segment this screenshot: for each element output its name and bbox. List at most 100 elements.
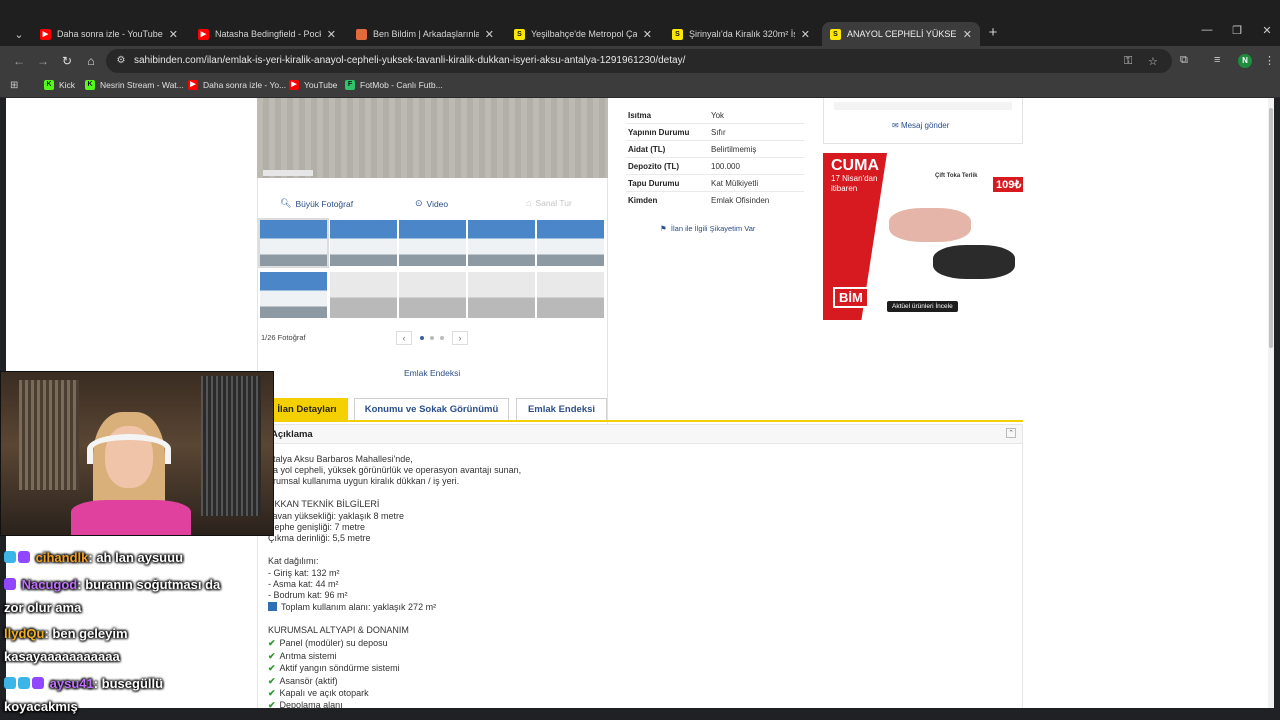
url-text[interactable]: sahibinden.com/ilan/emlak-is-yeri-kirali… xyxy=(134,55,685,66)
media-icon[interactable]: ≡ xyxy=(1214,54,1220,66)
thumbnail[interactable] xyxy=(468,220,535,266)
restore-icon[interactable]: ❐ xyxy=(1228,24,1246,37)
streamer xyxy=(71,412,191,535)
browser-toolbar: ← → ↻ ⌂ ⚙ sahibinden.com/ilan/emlak-is-y… xyxy=(0,46,1280,76)
bookmark-fotmob[interactable]: F FotMob - Canlı Futb... xyxy=(345,80,443,90)
youtube-icon: ▶ xyxy=(188,80,198,90)
tab-listing-details[interactable]: İlan Detayları xyxy=(266,398,348,420)
tab-emlak-index[interactable]: Emlak Endeksi xyxy=(516,398,607,420)
bim-advertisement[interactable]: CUMA 17 Nisan'dan itibaren Çift Toka Ter… xyxy=(823,153,1023,320)
thumbnail[interactable] xyxy=(260,272,327,318)
close-icon[interactable]: ✕ xyxy=(963,28,972,41)
tab-title: Yeşilbahçe'de Metropol Çarşı xyxy=(531,29,637,39)
next-page-button[interactable]: › xyxy=(452,331,468,345)
thumbnail[interactable] xyxy=(330,220,397,266)
chat-message: kasayaaaaaaaaaaa xyxy=(4,649,120,664)
back-icon[interactable]: ← xyxy=(10,52,28,70)
info-value: Yok xyxy=(711,111,725,120)
tab-4[interactable]: S Yeşilbahçe'de Metropol Çarşı ✕ xyxy=(506,22,660,46)
tab-6-active[interactable]: S ANAYOL CEPHELİ YÜKSEK TAVA ✕ xyxy=(822,22,980,46)
complaint-link[interactable]: ⚑ İlan ile İlgili Şikayetim Var xyxy=(660,224,755,233)
page-scrollbar[interactable] xyxy=(1268,98,1274,708)
thumbnail[interactable] xyxy=(399,272,466,318)
description-line: - Bodrum kat: 96 m² xyxy=(268,590,348,600)
kick-icon: K xyxy=(44,80,54,90)
bookmark-star-icon[interactable]: ☆ xyxy=(1148,55,1158,68)
address-bar[interactable]: ⚙ sahibinden.com/ilan/emlak-is-yeri-kira… xyxy=(106,49,1172,73)
tab-3[interactable]: Ben Bildim | Arkadaşlarınla Onl ✕ xyxy=(348,22,502,46)
info-row-deposit: Depozito (TL) 100.000 xyxy=(626,158,804,175)
sub-badge-icon xyxy=(4,677,16,689)
close-icon[interactable]: ✕ xyxy=(327,28,336,41)
home-icon[interactable]: ⌂ xyxy=(82,52,100,70)
video-link[interactable]: ⊙ Video xyxy=(415,198,448,209)
emlak-index-link[interactable]: Emlak Endeksi xyxy=(404,368,460,378)
chat-text: : busegüllü xyxy=(93,676,164,691)
close-icon[interactable]: ✕ xyxy=(801,28,810,41)
blue-square-icon xyxy=(268,602,277,611)
close-icon[interactable]: ✕ xyxy=(485,28,494,41)
thumbnail[interactable] xyxy=(537,220,604,266)
tab-search-icon[interactable]: ⌄ xyxy=(8,24,30,46)
scrollbar-thumb[interactable] xyxy=(1269,108,1273,348)
send-message-link[interactable]: ✉ Mesaj gönder xyxy=(892,121,949,130)
main-listing-photo[interactable] xyxy=(257,98,608,178)
forward-icon[interactable]: → xyxy=(34,52,52,70)
tab-location[interactable]: Konumu ve Sokak Görünümü xyxy=(354,398,509,420)
ad-cta-button[interactable]: Aktüel ürünleri İncele xyxy=(887,301,958,312)
thumbnail[interactable] xyxy=(399,220,466,266)
thumbnail[interactable] xyxy=(258,218,329,268)
chat-text: : ben geleyim xyxy=(44,626,128,641)
collapse-icon[interactable]: ⌃ xyxy=(1006,428,1016,438)
thumbnail[interactable] xyxy=(537,272,604,318)
message-icon: ✉ xyxy=(892,121,899,130)
description-line: Toplam kullanım alanı: yaklaşık 272 m² xyxy=(268,602,436,612)
menu-kebab-icon[interactable]: ⋮ xyxy=(1264,54,1275,67)
ad-headline: CUMA xyxy=(831,157,879,174)
chat-message: aysu41: busegüllü xyxy=(4,676,163,691)
sub-badge-icon xyxy=(4,551,16,563)
youtube-icon: ▶ xyxy=(289,80,299,90)
chat-message: cihandlk: ah lan aysuuu xyxy=(4,550,183,565)
password-key-icon[interactable]: ⚿ xyxy=(1124,55,1132,68)
info-value: 100.000 xyxy=(711,162,740,171)
reload-icon[interactable]: ↻ xyxy=(58,52,76,70)
ad-price: 109₺ xyxy=(993,177,1023,192)
bookmark-watch-later[interactable]: ▶ Daha sonra izle - Yo... xyxy=(188,80,286,90)
new-tab-icon[interactable]: + xyxy=(985,24,1001,41)
webcam-window-blinds xyxy=(19,380,79,490)
tab-2[interactable]: ▶ Natasha Bedingfield - Pocketf ✕ xyxy=(190,22,344,46)
pager-dot[interactable] xyxy=(430,336,434,340)
tab-5[interactable]: S Şirinyalı'da Kiralık 320m² İş Yeri ✕ xyxy=(664,22,818,46)
thumbnail[interactable] xyxy=(330,272,397,318)
apps-grid-icon[interactable]: ⊞ xyxy=(10,80,18,91)
info-key: Kimden xyxy=(628,196,658,205)
window-close-icon[interactable]: ✕ xyxy=(1258,24,1276,37)
prev-page-button[interactable]: ‹ xyxy=(396,331,412,345)
bookmark-nesrin[interactable]: K Nesrin Stream - Wat... xyxy=(85,80,184,90)
site-info-icon[interactable]: ⚙ xyxy=(114,54,128,68)
description-text: Aktif yangın söndürme sistemi xyxy=(279,663,400,673)
webcam-window-blinds xyxy=(201,376,261,516)
youtube-icon: ▶ xyxy=(198,28,209,40)
gift-badge-icon xyxy=(18,677,30,689)
check-icon: ✔ xyxy=(268,638,276,648)
description-line: Kat dağılımı: xyxy=(268,556,319,566)
bookmark-kick[interactable]: K Kick xyxy=(44,80,75,90)
pager-dot[interactable] xyxy=(440,336,444,340)
close-icon[interactable]: ✕ xyxy=(169,28,178,41)
extensions-icon[interactable]: ⧉ xyxy=(1180,54,1188,67)
pager-dot[interactable] xyxy=(420,336,424,340)
profile-avatar[interactable]: N xyxy=(1238,54,1252,68)
chat-message: zor olur ama xyxy=(4,600,81,615)
bookmark-youtube[interactable]: ▶ YouTube xyxy=(289,80,337,90)
ad-product: Çift Toka Terlik xyxy=(935,173,978,179)
tab-1[interactable]: ▶ Daha sonra izle - YouTube ✕ xyxy=(32,22,186,46)
big-photo-link[interactable]: 🔍︎ Büyük Fotoğraf xyxy=(280,198,353,209)
close-icon[interactable]: ✕ xyxy=(643,28,652,41)
minimize-icon[interactable]: — xyxy=(1198,24,1216,36)
thumbnail[interactable] xyxy=(468,272,535,318)
tab-strip: ⌄ ▶ Daha sonra izle - YouTube ✕ ▶ Natash… xyxy=(0,0,1280,46)
description-line: ÜKKAN TEKNİK BİLGİLERİ xyxy=(268,499,380,509)
virtual-tour-link: ⌂ Sanal Tur xyxy=(526,198,572,208)
